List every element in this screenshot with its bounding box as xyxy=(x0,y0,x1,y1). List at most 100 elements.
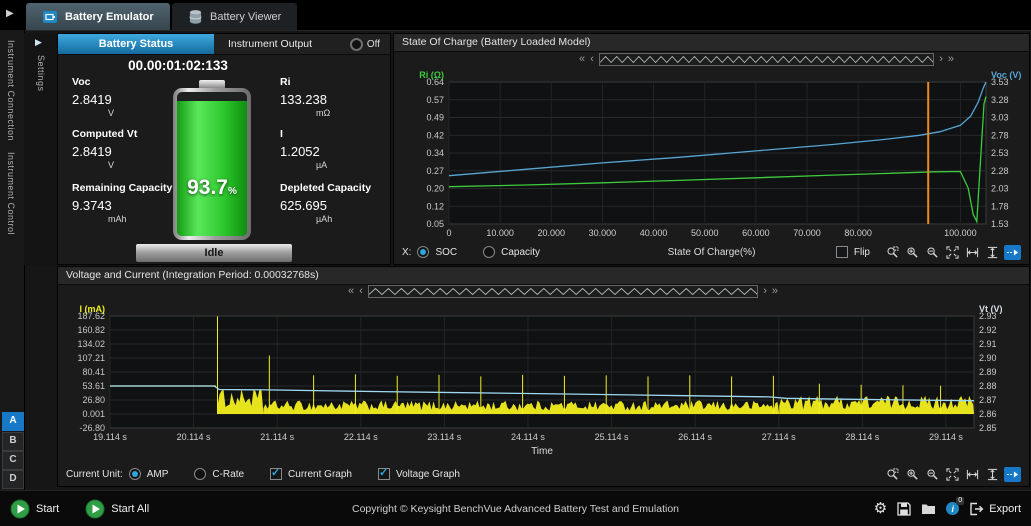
c-rate-radio[interactable] xyxy=(194,468,206,480)
export-button[interactable]: Export xyxy=(969,502,1021,516)
fit-horizontal-icon[interactable] xyxy=(964,245,981,260)
settings-expand-icon[interactable]: ▶ xyxy=(35,37,42,48)
svg-text:0.05: 0.05 xyxy=(426,219,444,229)
vi-panel-title: Voltage and Current (Integration Period:… xyxy=(58,267,1029,285)
svg-text:Time: Time xyxy=(531,446,553,457)
voltage-graph-checkbox[interactable] xyxy=(378,468,390,480)
metric-ri: Ri 133.238 mΩ xyxy=(280,76,400,118)
channel-a-button[interactable]: A xyxy=(2,412,24,431)
amp-radio[interactable] xyxy=(129,468,141,480)
channel-c-button[interactable]: C xyxy=(2,451,24,470)
svg-text:1.78: 1.78 xyxy=(991,201,1009,211)
svg-text:I (mA): I (mA) xyxy=(80,304,106,314)
svg-text:Vt (V): Vt (V) xyxy=(979,304,1003,314)
channel-b-button[interactable]: B xyxy=(2,432,24,451)
current-graph-label[interactable]: Current Graph xyxy=(288,469,352,480)
fit-vertical-icon[interactable] xyxy=(984,467,1001,482)
metric-value: 625.695 xyxy=(280,198,400,213)
vi-chart-toolbar xyxy=(884,467,1021,482)
zoom-fit-icon[interactable] xyxy=(944,467,961,482)
zoom-selection-icon[interactable] xyxy=(884,467,901,482)
svg-text:2.85: 2.85 xyxy=(979,423,997,433)
svg-text:160.82: 160.82 xyxy=(77,325,105,335)
sidebar-item-settings[interactable]: Settings xyxy=(36,55,46,92)
tab-battery-viewer[interactable]: Battery Viewer xyxy=(172,3,297,30)
svg-text:24.114 s: 24.114 s xyxy=(511,432,545,442)
voltage-graph-label[interactable]: Voltage Graph xyxy=(396,469,460,480)
current-unit-label: Current Unit: xyxy=(66,469,123,480)
battery-fill xyxy=(177,101,247,236)
metric-unit: µA xyxy=(316,160,400,170)
metric-value: 133.238 xyxy=(280,92,400,107)
info-icon[interactable]: i 0 xyxy=(946,502,959,515)
sidebar-item-instrument-connection[interactable]: Instrument Connection xyxy=(6,40,16,141)
svg-text:3.03: 3.03 xyxy=(991,113,1009,123)
tracking-cursor-icon[interactable] xyxy=(1004,245,1021,260)
current-graph-checkbox[interactable] xyxy=(270,468,282,480)
zoom-out-icon[interactable] xyxy=(924,467,941,482)
instrument-output-toggle[interactable]: Off xyxy=(350,38,380,51)
soc-radio[interactable] xyxy=(417,246,429,258)
vi-chart[interactable]: 19.114 s20.114 s21.114 s22.114 s23.114 s… xyxy=(58,298,1031,458)
amp-radio-label[interactable]: AMP xyxy=(147,469,169,480)
zoom-in-icon[interactable] xyxy=(904,467,921,482)
zoom-out-icon[interactable] xyxy=(924,245,941,260)
capacity-radio-label[interactable]: Capacity xyxy=(501,247,540,258)
zoom-selection-icon[interactable] xyxy=(884,245,901,260)
svg-text:60.000: 60.000 xyxy=(742,228,770,238)
svg-text:70.000: 70.000 xyxy=(793,228,821,238)
scroll-right-fast-icon[interactable]: » xyxy=(772,286,778,297)
flip-checkbox[interactable] xyxy=(836,246,848,258)
svg-text:Voc (V): Voc (V) xyxy=(991,70,1021,80)
tab-battery-emulator[interactable]: Battery Emulator xyxy=(26,3,170,30)
start-all-label: Start All xyxy=(111,503,149,515)
folder-icon[interactable] xyxy=(921,502,936,515)
c-rate-radio-label[interactable]: C-Rate xyxy=(212,469,244,480)
state-badge[interactable]: Idle xyxy=(136,244,292,262)
soc-chart[interactable]: 010.00020.00030.00040.00050.00060.00070.… xyxy=(394,66,1031,246)
left-rail: Instrument Connection Instrument Control… xyxy=(0,30,25,490)
svg-text:28.114 s: 28.114 s xyxy=(845,432,879,442)
gear-icon[interactable]: ⚙ xyxy=(874,501,887,516)
soc-radio-label[interactable]: SOC xyxy=(435,247,457,258)
battery-status-header: Battery Status Instrument Output Off xyxy=(58,34,390,55)
scroll-left-fast-icon[interactable]: « xyxy=(348,286,354,297)
channel-d-button[interactable]: D xyxy=(2,470,24,489)
metric-depleted-capacity: Depleted Capacity 625.695 µAh xyxy=(280,182,400,224)
zoom-in-icon[interactable] xyxy=(904,245,921,260)
fit-vertical-icon[interactable] xyxy=(984,245,1001,260)
svg-text:80.000: 80.000 xyxy=(844,228,872,238)
sidebar-item-instrument-control[interactable]: Instrument Control xyxy=(6,152,16,235)
svg-text:53.61: 53.61 xyxy=(82,381,105,391)
range-preview[interactable] xyxy=(599,53,934,66)
capacity-radio[interactable] xyxy=(483,246,495,258)
metric-unit: µAh xyxy=(316,214,400,224)
expand-panel-icon[interactable]: ▶ xyxy=(6,8,14,19)
range-preview[interactable] xyxy=(368,285,758,298)
save-icon[interactable] xyxy=(897,502,911,516)
svg-text:3.28: 3.28 xyxy=(991,95,1009,105)
battery-status-panel: Battery Status Instrument Output Off 00.… xyxy=(57,33,391,265)
scroll-left-icon[interactable]: ‹ xyxy=(590,54,594,65)
metric-label: I xyxy=(280,128,400,140)
start-button[interactable]: Start xyxy=(10,499,59,519)
svg-text:2.53: 2.53 xyxy=(991,148,1009,158)
svg-text:100.000: 100.000 xyxy=(944,228,977,238)
scroll-right-icon[interactable]: › xyxy=(939,54,943,65)
svg-text:0: 0 xyxy=(446,228,451,238)
svg-text:Ri (Ω): Ri (Ω) xyxy=(419,70,444,80)
svg-text:27.114 s: 27.114 s xyxy=(762,432,796,442)
zoom-fit-icon[interactable] xyxy=(944,245,961,260)
tracking-cursor-icon[interactable] xyxy=(1004,467,1021,482)
tab-label: Battery Viewer xyxy=(210,11,281,23)
battery-status-tab[interactable]: Battery Status xyxy=(58,34,214,54)
start-all-button[interactable]: Start All xyxy=(85,499,149,519)
scroll-right-icon[interactable]: › xyxy=(763,286,767,297)
battery-gauge: 93.7% xyxy=(173,80,251,242)
scroll-left-icon[interactable]: ‹ xyxy=(359,286,363,297)
svg-text:26.80: 26.80 xyxy=(82,395,105,405)
flip-label[interactable]: Flip xyxy=(854,247,870,258)
fit-horizontal-icon[interactable] xyxy=(964,467,981,482)
scroll-left-fast-icon[interactable]: « xyxy=(579,54,585,65)
scroll-right-fast-icon[interactable]: » xyxy=(948,54,954,65)
